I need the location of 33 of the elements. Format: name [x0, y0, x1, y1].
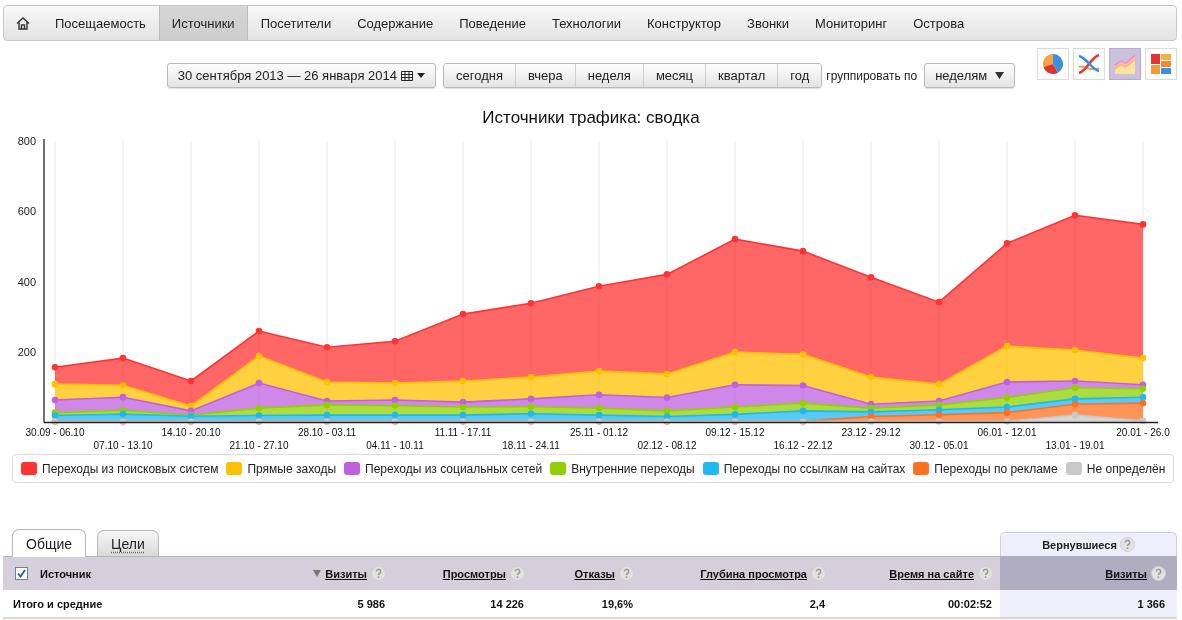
x-axis-label: 04.11 - 10.11	[366, 439, 424, 451]
y-axis-label: 200	[17, 346, 36, 359]
x-axis-label: 06.01 - 12.01	[977, 426, 1037, 438]
legend-label: Переходы по рекламе	[934, 461, 1058, 476]
legend-label: Не определён	[1086, 461, 1166, 476]
x-axis-label: 21.10 - 27.10	[229, 439, 289, 451]
legend-label: Переходы из поисковых систем	[42, 461, 219, 476]
x-axis-label: 23.12 - 29.12	[841, 426, 901, 438]
y-axis-label: 800	[17, 135, 36, 147]
column-title: Источник	[40, 567, 91, 580]
x-axis-label: 09.12 - 15.12	[705, 426, 765, 438]
y-axis-label: 400	[17, 275, 36, 288]
x-axis-label: 11.11 - 17.11	[434, 426, 492, 438]
x-axis-label: 14.10 - 20.10	[161, 426, 221, 438]
x-axis-label: 20.01 - 26.0	[1116, 426, 1170, 438]
x-axis-label: 16.12 - 22.12	[773, 439, 833, 451]
legend-label: Переходы по ссылкам на сайтах	[723, 461, 906, 476]
x-axis-label: 30.09 - 06.10	[25, 426, 85, 438]
x-axis-label: 07.10 - 13.10	[93, 439, 153, 451]
table-cell: 1 366	[1000, 590, 1177, 619]
legend-label: Внутренние переходы	[571, 461, 695, 476]
x-axis-label: 13.01 - 19.01	[1045, 439, 1105, 451]
x-axis-label: 30.12 - 05.01	[909, 439, 969, 451]
legend-label: Прямые заходы	[247, 461, 337, 476]
x-axis-label: 25.11 - 01.12	[569, 426, 629, 438]
legend-label: Переходы из социальных сетей	[365, 461, 543, 476]
column-group-title: Вернувшиеся	[1042, 538, 1117, 551]
x-axis-label: 18.11 - 24.11	[502, 439, 560, 451]
y-axis-label: 600	[17, 205, 36, 218]
chart-title: Источники трафика: сводка	[482, 108, 700, 128]
x-axis-label: 02.12 - 08.12	[637, 439, 697, 451]
x-axis-label: 28.10 - 03.11	[297, 426, 357, 438]
group-by-label: группировать по	[826, 68, 918, 83]
